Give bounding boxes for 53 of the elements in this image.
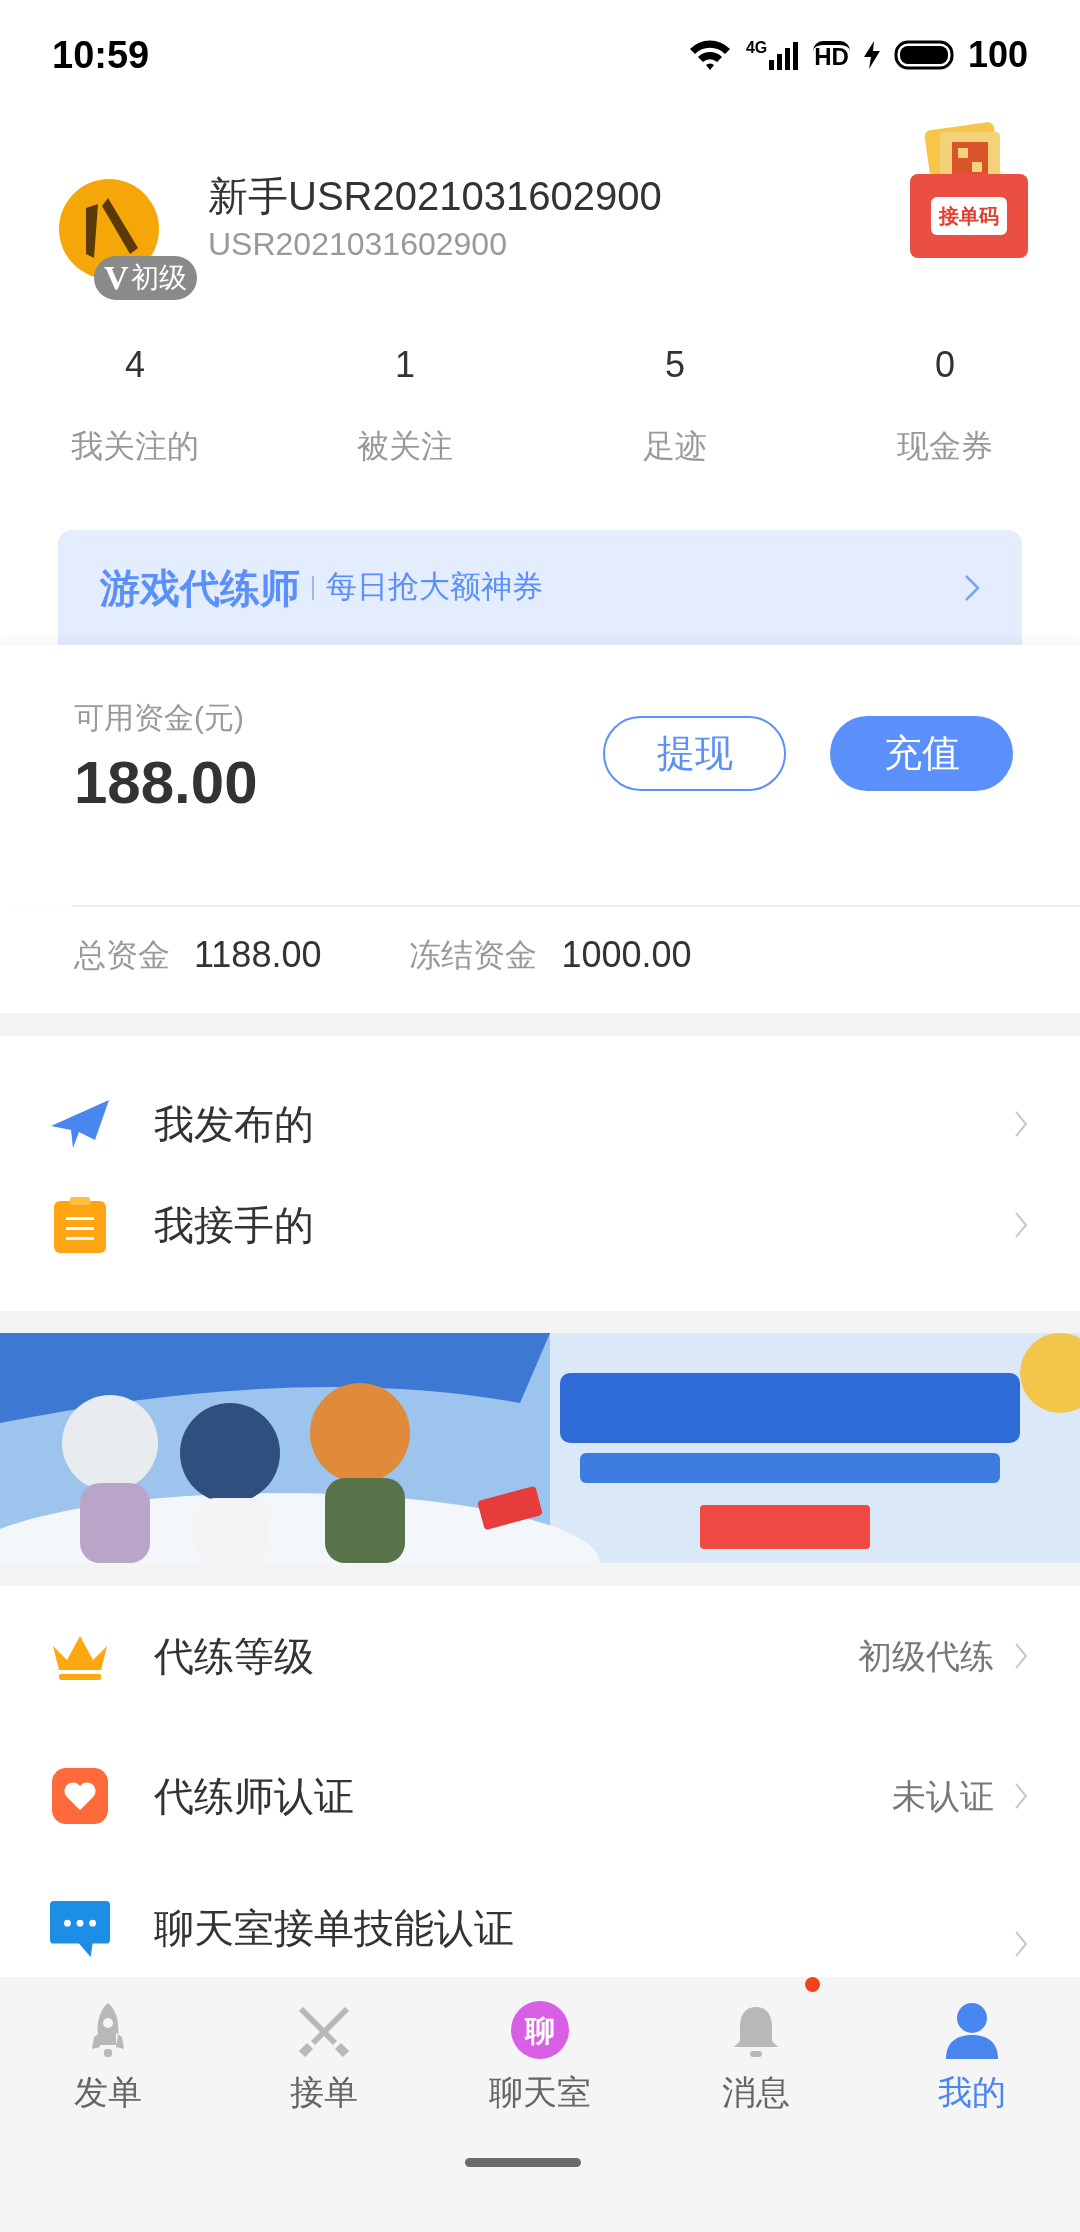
- recharge-button[interactable]: 充值: [830, 716, 1013, 791]
- charging-icon: [863, 41, 880, 69]
- chevron-right-icon: [1014, 1930, 1028, 1958]
- network-label: 4G: [745, 40, 768, 56]
- hd-label: HD: [813, 41, 850, 69]
- stat-count[interactable]: 1: [395, 340, 415, 390]
- menu-item[interactable]: 我接手的: [0, 1174, 1080, 1275]
- total-funds-amount: 1188.00: [194, 933, 322, 977]
- clipboard-icon: [54, 1196, 106, 1253]
- battery-level: 100: [967, 37, 1028, 73]
- frozen-funds-amount: 1000.00: [561, 933, 692, 977]
- menu-value: 未认证: [892, 1775, 994, 1817]
- tab[interactable]: 发单: [0, 1997, 216, 2127]
- stat-label[interactable]: 现金券: [897, 424, 993, 468]
- tab[interactable]: 我的: [864, 1997, 1080, 2127]
- menu-item[interactable]: 聊天室接单技能认证: [0, 1866, 1080, 1963]
- chevron-right-icon: [1014, 1782, 1028, 1810]
- stat-label[interactable]: 足迹: [643, 424, 707, 468]
- menu-item[interactable]: 代练等级 初级代练: [0, 1586, 1080, 1726]
- menu-item[interactable]: 代练师认证 未认证: [0, 1726, 1080, 1866]
- signal-icon: [769, 40, 800, 70]
- chevron-right-icon: [1014, 1109, 1028, 1138]
- stat-count[interactable]: 5: [665, 340, 685, 390]
- promo-banner[interactable]: 游戏代练师 每日抢大额神券: [58, 530, 1022, 645]
- clock-time: 10:59: [52, 32, 150, 78]
- chevron-right-icon: [964, 573, 980, 602]
- stat-count[interactable]: 0: [935, 340, 955, 390]
- frozen-funds-label: 冻结资金: [409, 936, 538, 975]
- tab[interactable]: 聊 聊天室: [432, 1997, 648, 2127]
- available-funds-label: 可用资金(元): [74, 700, 245, 736]
- crossed-swords-icon: [297, 2005, 351, 2059]
- paper-plane-icon: [51, 1099, 109, 1148]
- tab[interactable]: 接单: [216, 1997, 432, 2127]
- bell-icon: [734, 2005, 778, 2059]
- withdraw-button[interactable]: 提现: [603, 716, 786, 791]
- chevron-right-icon: [1014, 1642, 1028, 1670]
- level-badge: V初级: [94, 256, 197, 300]
- chevron-right-icon: [1014, 1210, 1028, 1239]
- tab[interactable]: 消息: [648, 1997, 864, 2127]
- stat-label[interactable]: 我关注的: [71, 424, 199, 468]
- total-funds-label: 总资金: [74, 936, 170, 975]
- stat-count[interactable]: 4: [125, 340, 145, 390]
- menu-value: 初级代练: [858, 1635, 994, 1677]
- user-id: USR2021031602900: [208, 225, 508, 264]
- user-name: 新手USR2021031602900: [208, 173, 663, 220]
- chat-bubble-icon: [50, 1900, 110, 1958]
- chat-room-icon: 聊: [511, 2001, 569, 2059]
- menu-item[interactable]: 我发布的: [0, 1073, 1080, 1174]
- battery-icon: [893, 40, 954, 70]
- person-icon: [946, 2003, 998, 2059]
- stat-label[interactable]: 被关注: [357, 424, 453, 468]
- available-funds-amount: 188.00: [74, 748, 259, 818]
- home-indicator[interactable]: [465, 2158, 581, 2167]
